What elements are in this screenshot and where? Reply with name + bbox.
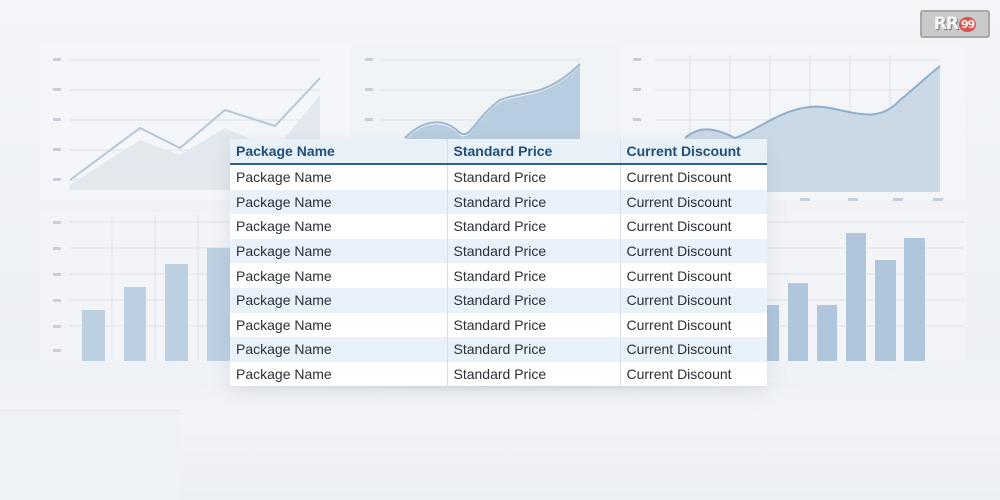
standard-price-cell: Standard Price [446,164,620,190]
column-header-current-discount[interactable]: Current Discount [619,139,767,165]
table-row: Package Name Standard Price Current Disc… [230,164,767,190]
table-row: Package Name Standard Price Current Disc… [230,263,767,288]
current-discount-cell: Current Discount [619,337,767,362]
column-header-standard-price[interactable]: Standard Price [446,139,620,165]
package-name-cell: Package Name [230,189,447,215]
table-header-row: Package Name Standard Price Current Disc… [230,139,767,165]
pricing-table: Package Name Standard Price Current Disc… [230,139,767,387]
package-name-cell: Package Name [230,287,447,313]
logo-text: RR [933,14,959,34]
pricing-table-card: Package Name Standard Price Current Disc… [230,139,767,387]
current-discount-cell: Current Discount [619,263,767,288]
package-name-cell: Package Name [230,214,447,239]
table-row: Package Name Standard Price Current Disc… [230,287,767,313]
package-name-cell: Package Name [230,312,447,338]
standard-price-cell: Standard Price [446,189,620,215]
standard-price-cell: Standard Price [446,238,620,264]
table-row: Package Name Standard Price Current Disc… [230,337,767,362]
column-header-package-name[interactable]: Package Name [230,139,447,165]
table-row: Package Name Standard Price Current Disc… [230,312,767,338]
standard-price-cell: Standard Price [446,287,620,313]
table-row: Package Name Standard Price Current Disc… [230,361,767,387]
logo-badge: 99 [958,16,977,32]
package-name-cell: Package Name [230,263,447,288]
standard-price-cell: Standard Price [446,337,620,362]
package-name-cell: Package Name [230,164,447,190]
standard-price-cell: Standard Price [446,263,620,288]
current-discount-cell: Current Discount [619,312,767,338]
screen: RR 99 Package Name Standard Price Current… [0,0,1000,500]
brand-logo: RR 99 [920,10,990,38]
package-name-cell: Package Name [230,361,447,387]
package-name-cell: Package Name [230,337,447,362]
package-name-cell: Package Name [230,238,447,264]
table-row: Package Name Standard Price Current Disc… [230,238,767,264]
current-discount-cell: Current Discount [619,287,767,313]
current-discount-cell: Current Discount [619,164,767,190]
floor-panel [0,410,180,500]
table-row: Package Name Standard Price Current Disc… [230,189,767,215]
current-discount-cell: Current Discount [619,189,767,215]
current-discount-cell: Current Discount [619,214,767,239]
standard-price-cell: Standard Price [446,214,620,239]
standard-price-cell: Standard Price [446,361,620,387]
table-row: Package Name Standard Price Current Disc… [230,214,767,239]
current-discount-cell: Current Discount [619,238,767,264]
standard-price-cell: Standard Price [446,312,620,338]
current-discount-cell: Current Discount [619,361,767,387]
